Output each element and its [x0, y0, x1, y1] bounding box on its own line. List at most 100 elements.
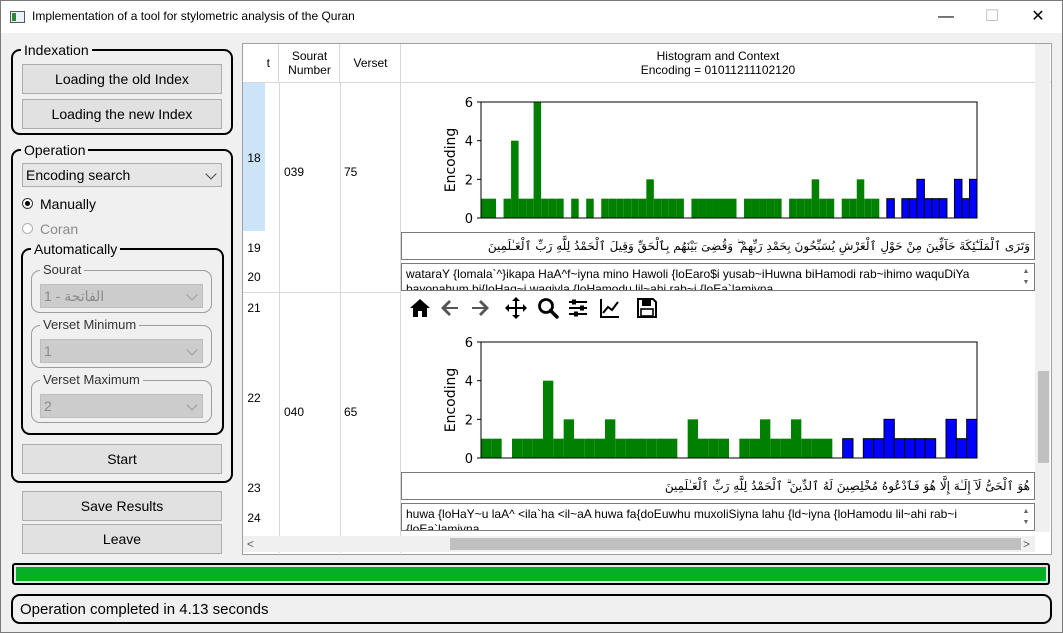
- start-button[interactable]: Start: [22, 444, 222, 474]
- verset-max-select[interactable]: 2: [40, 394, 203, 418]
- arabic-verse-2[interactable]: هُوَ ٱلْحَىُّ لَآ إِلَـٰهَ إِلَّا هُوَ ف…: [401, 472, 1035, 500]
- sourat-cell[interactable]: 040: [284, 405, 304, 419]
- y-tick-label: 0: [465, 212, 473, 227]
- encoding-title: Encoding = 01011211102120: [640, 63, 796, 77]
- y-tick-label: 2: [465, 173, 473, 188]
- leave-button[interactable]: Leave: [22, 524, 222, 554]
- scroll-up-icon[interactable]: ▲: [1020, 508, 1032, 516]
- header-histogram-context[interactable]: Histogram and Context Encoding = 0101121…: [401, 44, 1035, 82]
- row-divider: [243, 292, 401, 293]
- row-number[interactable]: 19: [243, 241, 265, 255]
- histogram-bar: [698, 438, 709, 458]
- search-type-select[interactable]: Encoding search: [22, 163, 222, 187]
- forward-arrow-icon[interactable]: [468, 296, 492, 320]
- y-tick-label: 4: [465, 375, 473, 390]
- transliteration-text: huwa {loHaY~u laA^ <ila`ha <il~aA huwa f…: [406, 507, 957, 531]
- automatically-legend: Automatically: [34, 241, 118, 257]
- histogram-bar: [518, 198, 527, 218]
- edit-axis-icon[interactable]: [598, 296, 622, 320]
- scroll-up-icon[interactable]: ▲: [1020, 268, 1032, 276]
- histogram-bar: [862, 438, 875, 459]
- sourat-cell[interactable]: 039: [284, 165, 304, 179]
- verset-min-value: 1: [44, 343, 52, 359]
- home-icon[interactable]: [408, 296, 432, 320]
- histogram-bar: [533, 102, 542, 218]
- arabic-verse-1[interactable]: وَتَرَى ٱلْمَلَـٰٓئِكَةَ حَآفِّينَ مِنْ …: [401, 232, 1035, 260]
- load-new-index-button[interactable]: Loading the new Index: [22, 99, 222, 129]
- verset-min-select[interactable]: 1: [40, 339, 203, 363]
- histogram-bar: [908, 198, 918, 219]
- pan-icon[interactable]: [504, 296, 528, 320]
- row-number[interactable]: 21: [243, 301, 265, 315]
- histogram-bar: [801, 438, 812, 458]
- verset-cell[interactable]: 75: [344, 165, 357, 179]
- save-results-button[interactable]: Save Results: [22, 491, 222, 521]
- sourat-select[interactable]: 1 - الفاتحة: [40, 284, 203, 308]
- col-divider: [340, 83, 341, 553]
- histogram-bar: [774, 198, 782, 218]
- transliteration-2[interactable]: huwa {loHaY~u laA^ <ila`ha <il~aA huwa f…: [401, 503, 1035, 531]
- sourat-legend: Sourat: [43, 262, 82, 277]
- histogram-bar: [871, 198, 880, 218]
- histogram-bar: [676, 198, 684, 218]
- histogram-bar: [955, 438, 968, 459]
- row-number[interactable]: 22: [243, 391, 265, 405]
- histogram-bar: [780, 438, 791, 458]
- y-tick-label: 6: [465, 336, 473, 351]
- row-number[interactable]: 18: [243, 151, 265, 165]
- configure-subplots-icon[interactable]: [566, 296, 590, 320]
- histogram-bar: [966, 418, 978, 459]
- app-window: Implementation of a tool for stylometric…: [0, 0, 1063, 633]
- row-number[interactable]: 23: [243, 481, 265, 495]
- row-number[interactable]: 24: [243, 511, 265, 525]
- histogram-bar: [522, 438, 533, 458]
- histogram-bar: [481, 438, 492, 458]
- load-old-index-button[interactable]: Loading the old Index: [22, 64, 222, 94]
- close-button[interactable]: ✕: [1015, 1, 1061, 33]
- row-number[interactable]: 20: [243, 270, 265, 284]
- header-sourat-number[interactable]: Sourat Number: [280, 44, 340, 82]
- save-figure-icon[interactable]: [635, 296, 659, 320]
- histogram-bar: [826, 198, 835, 218]
- scroll-down-icon[interactable]: ▼: [1020, 519, 1032, 527]
- vertical-scrollbar[interactable]: [1035, 44, 1050, 532]
- histogram-bar: [744, 198, 752, 218]
- header-col0[interactable]: t: [243, 44, 279, 82]
- scroll-down-icon[interactable]: ▼: [1020, 279, 1032, 287]
- histogram-bar: [914, 438, 926, 459]
- verset-max-value: 2: [44, 398, 52, 414]
- maximize-button[interactable]: ☐: [969, 1, 1015, 33]
- coran-label: Coran: [40, 221, 79, 237]
- horizontal-scrollbar[interactable]: < >: [243, 536, 1035, 552]
- verset-min-legend: Verset Minimum: [43, 317, 137, 332]
- histogram-bar: [526, 198, 534, 218]
- histogram-bar: [751, 198, 760, 218]
- progress-bar: [12, 563, 1050, 585]
- minimize-button[interactable]: —: [923, 1, 969, 33]
- histogram-bar: [721, 198, 729, 218]
- scroll-left-icon[interactable]: <: [247, 536, 254, 552]
- histogram-bar: [916, 178, 925, 219]
- vertical-scroll-thumb[interactable]: [1038, 371, 1049, 463]
- operation-legend: Operation: [24, 142, 86, 158]
- header-verset[interactable]: Verset: [341, 44, 401, 82]
- histogram-bar: [804, 198, 812, 218]
- histogram-bar: [488, 198, 497, 218]
- histogram-bar: [759, 198, 767, 218]
- histogram-bar: [615, 438, 626, 458]
- transliteration-1[interactable]: wataraY {lomala`^}ikapa HaA^f~iyna mino …: [401, 263, 1035, 291]
- histogram-bar: [625, 438, 636, 458]
- zoom-icon[interactable]: [536, 296, 560, 320]
- back-arrow-icon[interactable]: [438, 296, 462, 320]
- histogram-bar: [770, 438, 781, 458]
- horizontal-scroll-thumb[interactable]: [450, 538, 1021, 550]
- verset-cell[interactable]: 65: [344, 405, 357, 419]
- histogram-bar: [886, 198, 895, 219]
- histogram-bar: [512, 438, 523, 458]
- chevron-down-icon: [205, 168, 217, 180]
- histogram-bar: [706, 198, 714, 218]
- histogram-bar: [749, 438, 760, 458]
- y-tick-label: 0: [465, 452, 473, 467]
- histogram-bar: [713, 198, 722, 218]
- scroll-right-icon[interactable]: >: [1023, 536, 1030, 552]
